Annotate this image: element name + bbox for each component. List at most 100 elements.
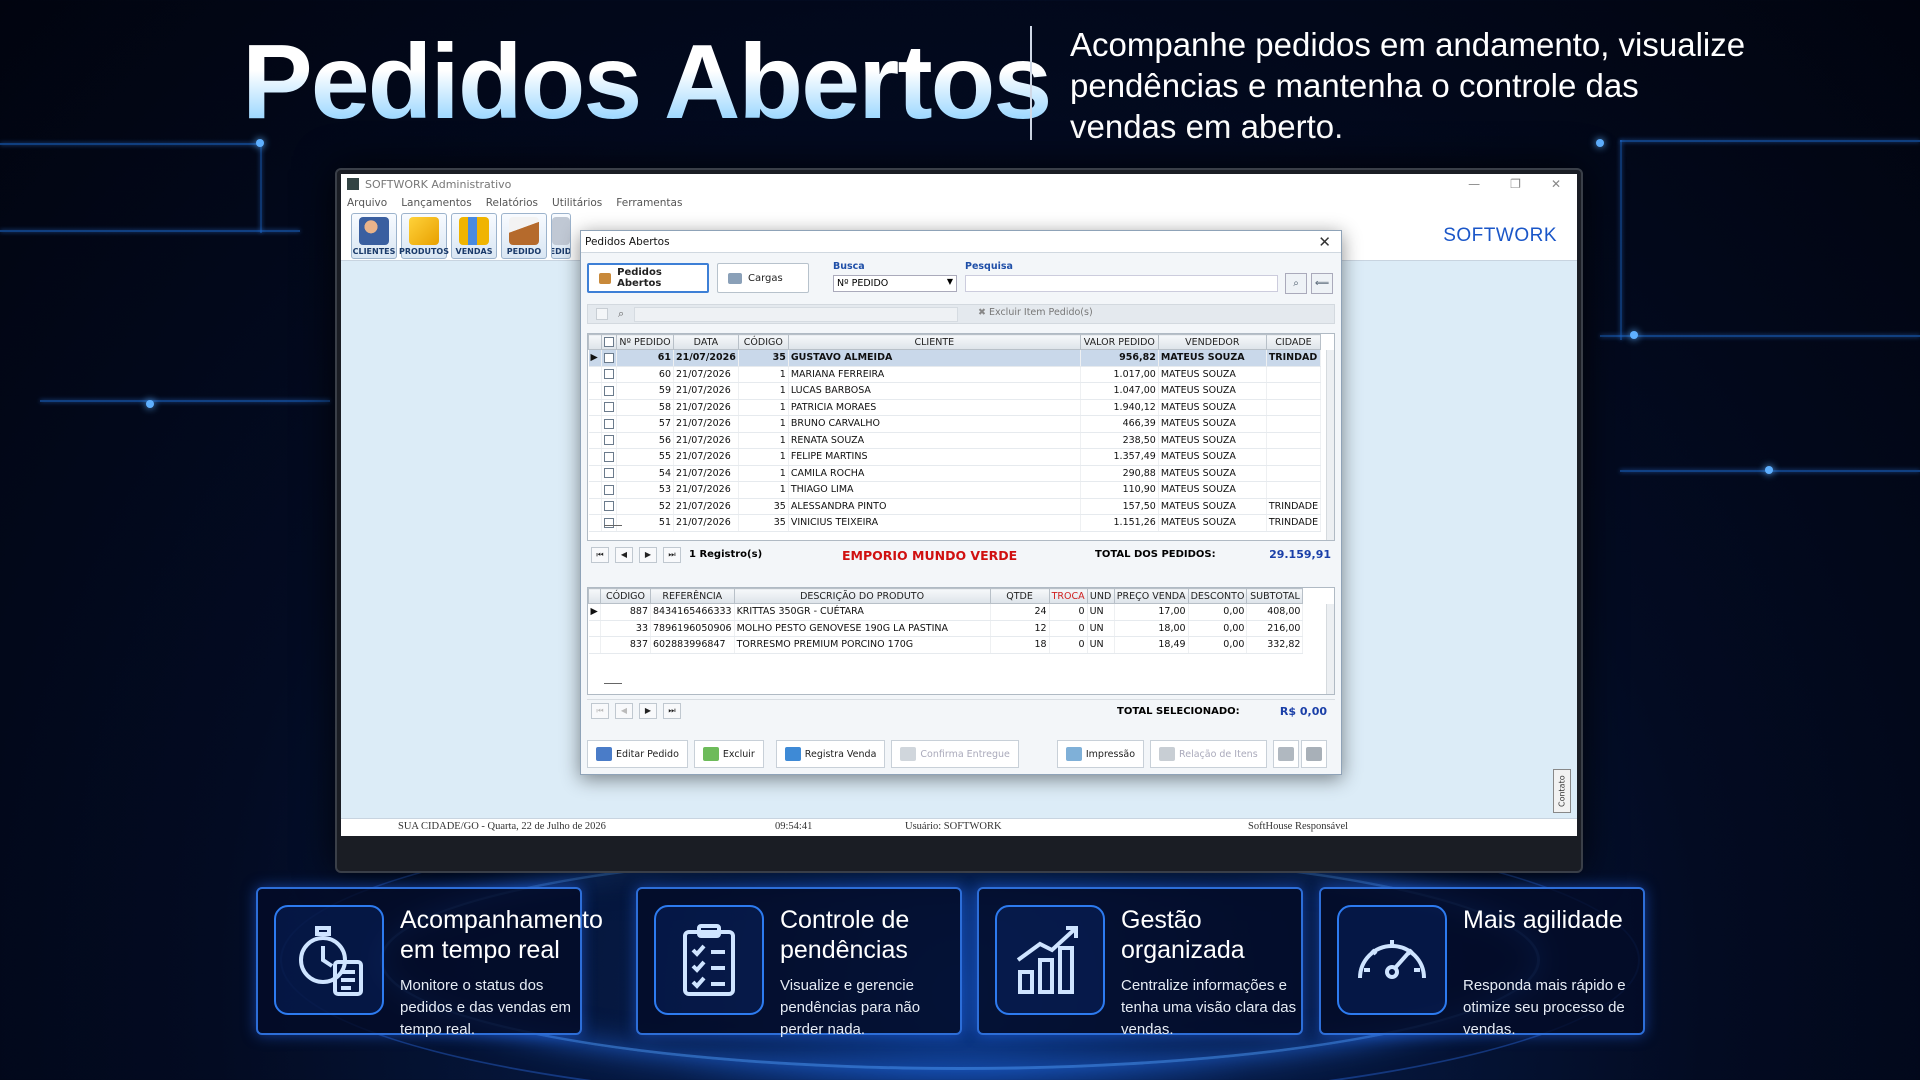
col-header[interactable]: CIDADE [1265,334,1322,350]
col-header[interactable]: CLIENTE [787,334,1081,350]
table-row[interactable]: 837 602883996847 TORRESMO PREMIUM PORCINO … [588,636,1304,654]
check-header[interactable] [601,334,617,350]
items-scrollbar[interactable] [1326,604,1334,694]
minimize-icon[interactable]: — [1468,177,1480,191]
restore-icon[interactable]: ❐ [1510,177,1521,191]
pesquisa-input[interactable] [965,275,1278,292]
row-indicator [588,465,602,482]
next-item-button[interactable]: ▶ [639,703,657,719]
table-row[interactable]: 53 21/07/2026 1 THIAGO LIMA 110,90 MATEUS SOU… [588,481,1322,499]
first-record-button[interactable]: ⏮ [591,547,609,563]
row-checkbox-cell[interactable] [601,382,617,400]
col-header[interactable]: TROCA [1048,588,1088,604]
search-button[interactable]: ⌕ [1285,273,1307,294]
checkbox[interactable] [604,337,614,347]
relacao-itens-button[interactable]: Relação de Itens [1150,740,1267,768]
table-row[interactable]: 60 21/07/2026 1 MARIANA FERREIRA 1.017,00 MAT… [588,366,1322,383]
checkbox[interactable] [604,352,614,363]
row-checkbox-cell[interactable] [601,415,617,433]
table-row[interactable]: 58 21/07/2026 1 PATRICIA MORAES 1.940,12 MATE… [588,399,1322,416]
row-checkbox-cell[interactable] [601,448,617,466]
menu-lancamentos[interactable]: Lançamentos [401,197,472,209]
close-icon[interactable]: ✕ [1551,177,1561,191]
tab-pedidos-abertos[interactable]: Pedidos Abertos [587,263,709,293]
table-row[interactable]: 54 21/07/2026 1 CAMILA ROCHA 290,88 MATEUS SO… [588,465,1322,482]
table-row[interactable]: 59 21/07/2026 1 LUCAS BARBOSA 1.047,00 MATEUS… [588,382,1322,400]
last-item-button[interactable]: ⏭ [663,703,681,719]
prev-item-button[interactable]: ◀ [615,703,633,719]
col-header[interactable]: Nº PEDIDO [616,334,674,350]
confirma-entregue-button[interactable]: Confirma Entregue [891,740,1019,768]
contato-tab[interactable]: Contato [1553,769,1571,813]
impressao-button[interactable]: Impressão [1056,740,1145,768]
menu-arquivo[interactable]: Arquivo [347,197,387,209]
col-header[interactable]: UND [1086,588,1115,604]
extra-button-1[interactable] [1272,740,1299,768]
checkbox[interactable] [604,402,614,413]
checkbox[interactable] [604,385,614,396]
registra-venda-button[interactable]: Registra Venda [775,740,886,768]
next-record-button[interactable]: ▶ [639,547,657,563]
title-bar: SOFTWORK Administrativo — ❐ ✕ [341,174,1577,194]
col-header[interactable]: DESCONTO [1187,588,1248,604]
produtos-button[interactable]: PRODUTOS [399,212,449,259]
menu-ferramentas[interactable]: Ferramentas [616,197,682,209]
col-header[interactable]: DESCRIÇÃO DO PRODUTO [733,588,991,604]
clear-search-button[interactable]: ⟸ [1311,273,1333,294]
row-checkbox-cell[interactable] [601,514,617,532]
row-checkbox-cell[interactable] [601,399,617,416]
checkbox[interactable] [604,484,614,495]
row-checkbox-cell[interactable] [601,366,617,383]
last-record-button[interactable]: ⏭ [663,547,681,563]
checkbox[interactable] [604,435,614,446]
row-checkbox-cell[interactable] [601,432,617,449]
table-cell: MATEUS SOUZA [1158,399,1267,416]
prev-record-button[interactable]: ◀ [615,547,633,563]
first-item-button[interactable]: ⏮ [591,703,609,719]
card-title: Mais agilidade [1463,906,1623,934]
col-header[interactable]: CÓDIGO [737,334,789,350]
excluir-button[interactable]: Excluir [693,740,764,768]
busca-select[interactable]: Nº PEDIDO ▼ [833,275,957,292]
row-checkbox-cell[interactable] [601,349,617,367]
col-header[interactable]: DATA [673,334,739,350]
excluir-item-button[interactable]: ✖ Excluir Item Pedido(s) [978,307,1093,318]
table-row[interactable]: 33 7896196050906 MOLHO PESTO GENOVESE 190G… [588,620,1304,637]
tab-cargas[interactable]: Cargas [717,263,809,293]
menu-utilitarios[interactable]: Utilitários [552,197,602,209]
checkbox[interactable] [604,418,614,429]
col-header[interactable]: PREÇO VENDA [1113,588,1189,604]
checkbox[interactable] [604,517,614,528]
col-header[interactable]: CÓDIGO [600,588,651,604]
clientes-button[interactable]: CLIENTES [351,212,397,259]
col-header[interactable]: VALOR PEDIDO [1079,334,1159,350]
row-checkbox-cell[interactable] [601,465,617,482]
col-header[interactable]: VENDEDOR [1157,334,1267,350]
filter-input[interactable] [634,307,958,322]
pedido2-button[interactable]: PEDIDO [551,212,571,259]
extra-button-2[interactable] [1300,740,1327,768]
orders-scrollbar[interactable] [1326,350,1334,540]
pedido-button[interactable]: PEDIDO [501,212,547,259]
col-header[interactable]: REFERÊNCIA [650,588,735,604]
checkbox[interactable] [604,468,614,479]
row-checkbox-cell[interactable] [601,481,617,499]
editar-pedido-button[interactable]: Editar Pedido [587,740,688,768]
col-header[interactable]: QTDE [989,588,1050,604]
checkbox[interactable] [604,369,614,380]
row-checkbox-cell[interactable] [601,498,617,515]
dialog-close-icon[interactable]: ✕ [1318,233,1331,251]
table-row[interactable]: 55 21/07/2026 1 FELIPE MARTINS 1.357,49 MATEU… [588,448,1322,466]
checkbox[interactable] [604,501,614,512]
select-all-checkbox[interactable] [596,308,608,320]
table-row[interactable]: ▶ 887 8434165466333 KRITTAS 350GR - CUÉTARA… [588,603,1304,621]
menu-relatorios[interactable]: Relatórios [486,197,538,209]
checkbox[interactable] [604,451,614,462]
table-row[interactable]: 56 21/07/2026 1 RENATA SOUZA 238,50 MATEUS SO… [588,432,1322,449]
table-row[interactable]: 57 21/07/2026 1 BRUNO CARVALHO 466,39 MATEUS … [588,415,1322,433]
vendas-button[interactable]: VENDAS [451,212,497,259]
table-row[interactable]: 52 21/07/2026 35 ALESSANDRA PINTO 157,50 MATE… [588,498,1322,515]
table-row[interactable]: ▶ 61 21/07/2026 35 GUSTAVO ALMEIDA 956,82 MATE… [588,349,1322,367]
col-header[interactable]: SUBTOTAL [1246,588,1304,604]
table-row[interactable]: 51 21/07/2026 35 VINICIUS TEIXEIRA 1.151,26 M… [588,514,1322,532]
